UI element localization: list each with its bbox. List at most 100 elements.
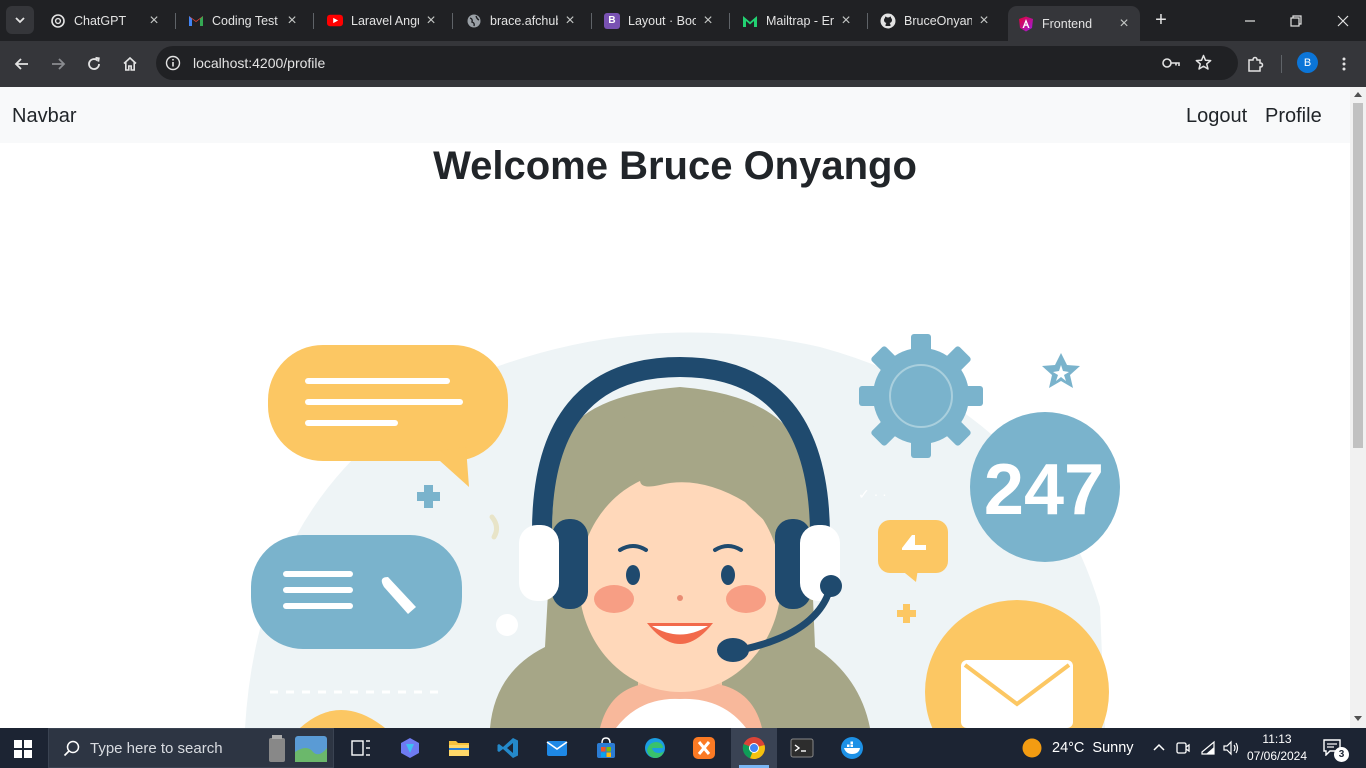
- close-tab-icon[interactable]: ×: [562, 12, 578, 29]
- clock-date: 07/06/2024: [1246, 749, 1308, 763]
- tab-separator: [313, 13, 314, 29]
- close-tab-icon[interactable]: ×: [976, 12, 992, 29]
- new-tab-button[interactable]: +: [1151, 10, 1171, 30]
- url-text[interactable]: localhost:4200/profile: [193, 55, 325, 71]
- windows-logo-icon: [14, 740, 32, 758]
- tab-chatgpt[interactable]: ChatGPT ×: [40, 6, 170, 35]
- youtube-icon: [327, 13, 343, 29]
- windows-taskbar: Type here to search 24°C Sunny 11:13 07/…: [0, 728, 1366, 768]
- meet-now-icon[interactable]: [1175, 740, 1191, 756]
- mailtrap-icon: [742, 13, 758, 29]
- clock-time: 11:13: [1262, 732, 1292, 746]
- puzzle-piece-icon: [1248, 56, 1264, 72]
- tab-title: BruceOnyanc: [904, 13, 972, 28]
- browser-menu-button[interactable]: [1330, 50, 1358, 78]
- minimize-icon: [1245, 19, 1255, 22]
- notification-center-button[interactable]: 3: [1322, 738, 1349, 762]
- site-info-icon[interactable]: [165, 55, 181, 71]
- file-explorer-icon[interactable]: [447, 736, 471, 760]
- reload-button[interactable]: [80, 50, 108, 78]
- search-icon: [63, 740, 80, 756]
- weather-widget[interactable]: 24°C Sunny: [1022, 738, 1134, 758]
- tab-title: ChatGPT: [74, 13, 127, 28]
- close-tab-icon[interactable]: ×: [284, 12, 300, 29]
- wifi-icon[interactable]: [1200, 740, 1216, 756]
- volume-icon[interactable]: [1222, 740, 1240, 756]
- tab-coding-test[interactable]: Coding Test ×: [178, 6, 308, 35]
- svg-text:✓ · ·: ✓ · ·: [858, 486, 887, 502]
- weather-condition: Sunny: [1092, 740, 1134, 756]
- scrollbar-thumb[interactable]: [1353, 103, 1363, 448]
- gmail-icon: [188, 13, 204, 29]
- browser-toolbar: localhost:4200/profile: [0, 41, 1366, 87]
- close-tab-icon[interactable]: ×: [423, 12, 439, 29]
- navbar-brand[interactable]: Navbar: [12, 105, 76, 128]
- tab-title: brace.afchub: [490, 13, 558, 28]
- arrow-left-icon: [14, 58, 28, 70]
- docker-icon[interactable]: [840, 736, 864, 760]
- tab-title: Mailtrap - Er: [766, 13, 834, 28]
- nav-link-profile[interactable]: Profile: [1265, 105, 1322, 128]
- restore-icon: [1290, 14, 1302, 27]
- password-key-icon[interactable]: [1161, 55, 1181, 71]
- minimize-button[interactable]: [1227, 0, 1273, 41]
- tab-title: Coding Test: [212, 13, 278, 28]
- sun-icon: [1022, 738, 1042, 758]
- tab-layout-bootstrap[interactable]: B Layout · Boo ×: [594, 6, 724, 35]
- gear-shape: [859, 334, 983, 458]
- copilot-icon[interactable]: [398, 736, 422, 760]
- store-icon[interactable]: [594, 736, 618, 760]
- home-button[interactable]: [116, 50, 144, 78]
- tab-mailtrap[interactable]: Mailtrap - Er ×: [732, 6, 862, 35]
- edge-icon[interactable]: [643, 736, 667, 760]
- tab-search-button[interactable]: [6, 6, 34, 34]
- badge-text: 247: [984, 450, 1104, 530]
- tab-title: Laravel Angu: [351, 13, 419, 28]
- small-yellow-bubble: [878, 520, 948, 582]
- xampp-icon[interactable]: [692, 736, 716, 760]
- page-title: Welcome Bruce Onyango: [433, 144, 917, 188]
- scroll-down-icon[interactable]: [1354, 716, 1362, 722]
- toolbar-divider: [1281, 55, 1282, 73]
- tab-github-bruce[interactable]: BruceOnyanc ×: [870, 6, 1000, 35]
- close-icon: [1337, 15, 1349, 26]
- forward-button[interactable]: [44, 50, 72, 78]
- tab-frontend[interactable]: Frontend ×: [1008, 6, 1140, 41]
- start-button[interactable]: [14, 740, 32, 763]
- chrome-icon[interactable]: [742, 736, 766, 760]
- home-icon: [123, 56, 137, 71]
- chevron-up-icon[interactable]: [1152, 740, 1166, 754]
- tab-separator: [175, 13, 176, 29]
- task-view-icon[interactable]: [349, 736, 373, 760]
- restore-button[interactable]: [1273, 0, 1319, 41]
- tab-title: Frontend: [1042, 16, 1093, 31]
- close-window-button[interactable]: [1320, 0, 1366, 41]
- close-tab-icon[interactable]: ×: [146, 12, 162, 29]
- close-tab-icon[interactable]: ×: [838, 12, 854, 29]
- notification-count-badge: 3: [1334, 747, 1349, 762]
- terminal-icon[interactable]: [790, 736, 814, 760]
- vscode-icon[interactable]: [496, 736, 520, 760]
- taskbar-search-box[interactable]: Type here to search: [48, 728, 334, 768]
- back-button[interactable]: [8, 50, 36, 78]
- app-navbar: Navbar Logout Profile: [0, 87, 1350, 143]
- mail-icon[interactable]: [545, 736, 569, 760]
- profile-avatar[interactable]: B: [1297, 52, 1318, 73]
- page-scrollbar[interactable]: [1350, 87, 1366, 728]
- tab-brace-afchub[interactable]: brace.afchub ×: [456, 6, 586, 35]
- availability-badge: 247: [970, 412, 1120, 562]
- close-tab-icon[interactable]: ×: [1116, 15, 1132, 32]
- tab-laravel-angular[interactable]: Laravel Angu ×: [317, 6, 447, 35]
- tab-separator: [591, 13, 592, 29]
- nav-link-logout[interactable]: Logout: [1186, 105, 1247, 128]
- bootstrap-icon: B: [604, 12, 620, 29]
- extensions-button[interactable]: [1241, 50, 1269, 78]
- system-clock[interactable]: 11:13 07/06/2024: [1244, 731, 1310, 765]
- globe-icon: [466, 13, 482, 29]
- close-tab-icon[interactable]: ×: [700, 12, 716, 29]
- bookmark-star-icon[interactable]: [1195, 54, 1212, 71]
- address-bar[interactable]: localhost:4200/profile: [156, 46, 1238, 80]
- tab-title: Layout · Boo: [628, 13, 696, 28]
- scroll-up-icon[interactable]: [1354, 91, 1362, 97]
- blue-chat-bubble: [251, 535, 462, 649]
